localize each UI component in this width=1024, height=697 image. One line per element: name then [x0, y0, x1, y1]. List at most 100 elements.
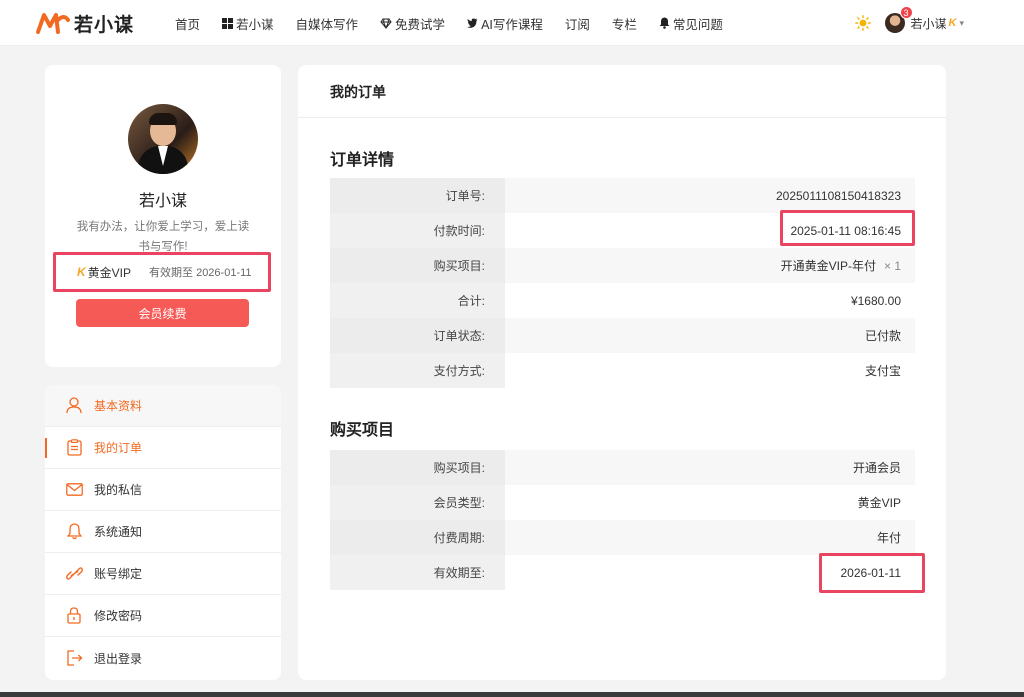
nav-media-writing-label: 自媒体写作 [295, 17, 359, 32]
twitter-bird-icon [467, 18, 478, 28]
row-label: 合计: [330, 283, 505, 318]
vip-expiry: 有效期至 2026-01-11 [149, 267, 252, 279]
sidebar-item-notifications[interactable]: 系统通知 [45, 511, 281, 553]
order-number: 20250111081504183​23 [505, 178, 915, 213]
nav-ruoxiaomou-label: 若小谋 [236, 17, 274, 32]
row-label: 有效期至: [330, 555, 505, 590]
header-right: 3 若小谋 K ▾ [854, 0, 965, 46]
purchase-items-title: 购买项目 [330, 422, 395, 439]
notification-badge: 3 [899, 6, 913, 19]
billing-cycle: 年付 [505, 520, 915, 555]
site-logo[interactable]: 若小谋 [36, 10, 134, 36]
user-avatar[interactable]: 3 [884, 6, 913, 33]
row-label: 订单状态: [330, 318, 505, 353]
profile-bio: 我有办法，让你爱上学习，爱上读书与写作! [76, 221, 250, 253]
nav-home[interactable]: 首页 [175, 14, 200, 33]
row-label: 购买项目: [330, 248, 505, 283]
table-row: 付款时间: 2025-01-11 08:16:45 [330, 213, 915, 248]
sidebar-item-label: 账号绑定 [94, 567, 143, 581]
sidebar-item-account-binding[interactable]: 账号绑定 [45, 553, 281, 595]
sidebar-item-label: 我的订单 [94, 441, 143, 455]
page-title: 我的订单 [330, 84, 386, 100]
renew-membership-button[interactable]: 会员续费 [76, 299, 249, 327]
order-panel: 我的订单 订单详情 订单号: 20250111081504183​23 付款时间… [298, 65, 946, 680]
sidebar-item-profile[interactable]: 基本资料 [45, 385, 281, 427]
table-row: 会员类型: 黄金VIP [330, 485, 915, 520]
item-name: 开通会员 [505, 450, 915, 485]
order-icon [65, 439, 83, 457]
bottom-bar [0, 692, 1024, 697]
logo-mark-icon [36, 13, 70, 34]
table-row: 订单号: 20250111081504183​23 [330, 178, 915, 213]
order-total: ¥1680.00 [505, 283, 915, 318]
sidebar-menu: 基本资料 我的订单 我的私信 系统通知 账号绑定 修改密码 退出登录 [45, 385, 281, 680]
windows-icon [222, 17, 234, 29]
logo-text: 若小谋 [74, 14, 135, 36]
row-label: 购买项目: [330, 450, 505, 485]
nav-ai-course-label: AI写作课程 [481, 17, 543, 32]
sidebar-item-label: 我的私信 [94, 483, 143, 497]
payment-time: 2025-01-11 08:16:45 [505, 213, 915, 248]
payment-method: 支付宝 [505, 353, 915, 388]
order-details-title: 订单详情 [330, 152, 395, 169]
nav-ai-course[interactable]: AI写作课程 [467, 14, 543, 33]
sidebar-item-label: 系统通知 [94, 525, 143, 539]
vip-k-icon: K [77, 265, 86, 279]
row-label: 付款时间: [330, 213, 505, 248]
table-row: 有效期至: 2026-01-11 [330, 555, 915, 590]
nav-media-writing[interactable]: 自媒体写作 [296, 14, 359, 33]
purchase-item: 开通黄金VIP-年付 × 1 [505, 248, 915, 283]
valid-until: 2026-01-11 [505, 555, 915, 590]
main-nav: 首页 若小谋 自媒体写作 免费试学 AI写作课程 订阅 专栏 常见问题 [175, 0, 745, 46]
order-status: 已付款 [505, 318, 915, 353]
diamond-icon [380, 18, 392, 29]
mail-icon [65, 481, 83, 499]
sidebar-item-logout[interactable]: 退出登录 [45, 637, 281, 679]
sidebar-item-label: 修改密码 [94, 609, 143, 623]
link-icon [65, 565, 83, 583]
bell-icon [65, 523, 83, 541]
logout-icon [65, 649, 83, 667]
nav-column[interactable]: 专栏 [612, 14, 637, 33]
sidebar-item-messages[interactable]: 我的私信 [45, 469, 281, 511]
nav-subscribe[interactable]: 订阅 [565, 14, 590, 33]
row-label: 支付方式: [330, 353, 505, 388]
membership-type: 黄金VIP [505, 485, 915, 520]
row-label: 订单号: [330, 178, 505, 213]
vip-k-icon: K [948, 17, 957, 29]
lock-icon [65, 607, 83, 625]
bell-icon [659, 17, 670, 29]
nav-free-trial-label: 免费试学 [395, 17, 446, 32]
user-icon [65, 397, 83, 415]
purchase-item-name: 开通黄金VIP-年付 [780, 259, 876, 273]
profile-name: 若小谋 [138, 193, 187, 210]
table-row: 支付方式: 支付宝 [330, 353, 915, 388]
sidebar-item-change-password[interactable]: 修改密码 [45, 595, 281, 637]
nav-column-label: 专栏 [611, 17, 637, 32]
table-row: 付费周期: 年付 [330, 520, 915, 555]
profile-card: 若小谋 我有办法，让你爱上学习，爱上读书与写作! K 黄金VIP 有效期至 20… [45, 65, 281, 367]
purchase-items-table: 购买项目: 开通会员 会员类型: 黄金VIP 付费周期: 年付 有效期至: 20… [330, 450, 915, 590]
table-row: 购买项目: 开通黄金VIP-年付 × 1 [330, 248, 915, 283]
nav-home-label: 首页 [175, 17, 201, 32]
table-row: 订单状态: 已付款 [330, 318, 915, 353]
nav-free-trial[interactable]: 免费试学 [380, 14, 445, 33]
nav-faq-label: 常见问题 [672, 17, 723, 32]
profile-avatar [128, 104, 198, 174]
vip-status: K 黄金VIP 有效期至 2026-01-11 [53, 252, 271, 292]
theme-toggle-sun-icon[interactable] [854, 15, 871, 31]
user-name: 若小谋 [910, 16, 947, 31]
sidebar-item-label: 基本资料 [94, 399, 143, 413]
table-row: 购买项目: 开通会员 [330, 450, 915, 485]
vip-level: 黄金VIP [87, 265, 132, 280]
divider [298, 117, 946, 118]
nav-faq[interactable]: 常见问题 [659, 14, 723, 33]
user-menu[interactable]: 若小谋 K ▾ [911, 15, 965, 32]
sidebar-item-orders[interactable]: 我的订单 [45, 427, 281, 469]
nav-ruoxiaomou[interactable]: 若小谋 [222, 14, 274, 33]
purchase-quantity: × 1 [883, 258, 901, 273]
top-header: 若小谋 首页 若小谋 自媒体写作 免费试学 AI写作课程 订阅 专栏 常见问题 … [0, 0, 1024, 46]
table-row: 合计: ¥1680.00 [330, 283, 915, 318]
nav-subscribe-label: 订阅 [564, 17, 590, 32]
sidebar-item-label: 退出登录 [94, 651, 143, 666]
